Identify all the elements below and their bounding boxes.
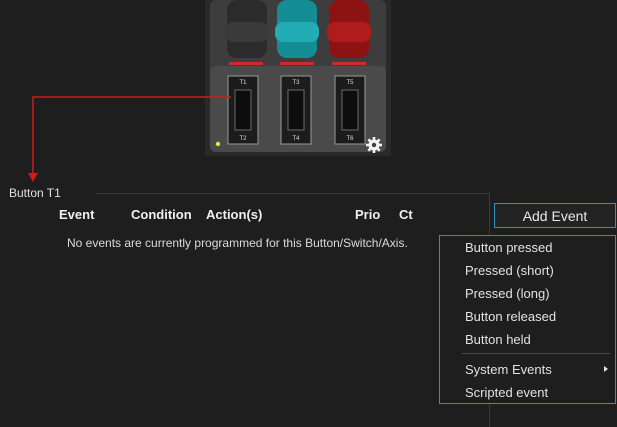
submenu-arrow-icon	[604, 366, 608, 372]
menu-item-pressed-long[interactable]: Pressed (long)	[465, 286, 550, 301]
menu-item-pressed-short[interactable]: Pressed (short)	[465, 263, 554, 278]
column-header-event[interactable]: Event	[59, 207, 94, 222]
group-title: Button T1	[9, 186, 61, 200]
menu-item-button-pressed[interactable]: Button pressed	[465, 240, 552, 255]
column-header-prio[interactable]: Prio	[355, 207, 380, 222]
menu-item-button-held[interactable]: Button held	[465, 332, 531, 347]
column-header-actions[interactable]: Action(s)	[206, 207, 262, 222]
group-box-border	[96, 193, 489, 194]
add-event-menu: Button pressed Pressed (short) Pressed (…	[439, 235, 616, 404]
menu-item-scripted-event[interactable]: Scripted event	[465, 385, 548, 400]
empty-events-message: No events are currently programmed for t…	[67, 236, 408, 250]
menu-item-button-released[interactable]: Button released	[465, 309, 556, 324]
add-event-button[interactable]: Add Event	[494, 203, 616, 228]
menu-item-system-events[interactable]: System Events	[465, 362, 552, 377]
column-header-ct[interactable]: Ct	[399, 207, 413, 222]
menu-separator	[462, 353, 610, 354]
column-header-condition[interactable]: Condition	[131, 207, 192, 222]
